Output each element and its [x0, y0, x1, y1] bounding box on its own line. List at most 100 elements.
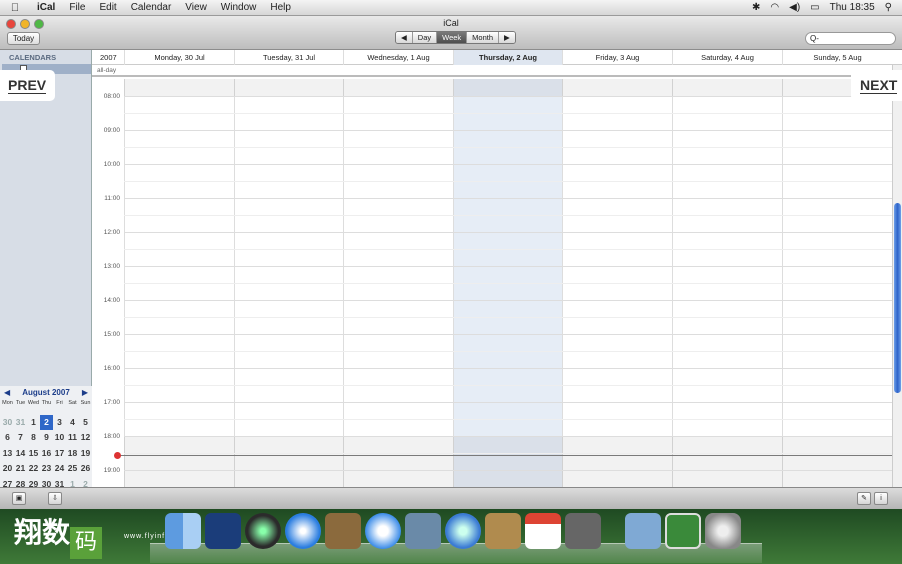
next-button[interactable]: NEXT — [851, 70, 902, 101]
day-header-4[interactable]: Friday, 3 Aug — [562, 50, 672, 65]
downloads-folder-icon[interactable] — [625, 513, 661, 549]
menu-view[interactable]: View — [178, 0, 214, 16]
apple-menu-icon[interactable]:  — [0, 2, 30, 14]
mini-calendar-day[interactable]: 5 — [79, 415, 92, 431]
info-icon[interactable]: i — [874, 492, 888, 505]
weekday-label: Mon — [2, 400, 13, 406]
mini-calendar-day[interactable]: 10 — [53, 430, 66, 446]
bluetooth-icon[interactable]: ✱ — [752, 2, 760, 13]
mini-calendar-day[interactable]: 4 — [66, 415, 79, 431]
mini-calendar-day[interactable]: 7 — [14, 430, 27, 446]
day-header-5[interactable]: Saturday, 4 Aug — [672, 50, 782, 65]
menubar-clock[interactable]: Thu 18:35 — [830, 2, 875, 13]
vertical-scrollbar[interactable] — [892, 65, 902, 487]
show-calendars-icon[interactable]: ▣ — [12, 492, 26, 505]
week-view-button[interactable]: Week — [437, 32, 468, 43]
mini-calendar-day[interactable]: 19 — [79, 446, 92, 462]
hour-label: 17:00 — [103, 399, 120, 406]
menu-window[interactable]: Window — [214, 0, 264, 16]
menu-help[interactable]: Help — [263, 0, 298, 16]
finder-icon[interactable] — [165, 513, 201, 549]
mini-calendar-day[interactable]: 25 — [66, 461, 79, 477]
mini-calendar-day[interactable]: 14 — [14, 446, 27, 462]
menu-edit[interactable]: Edit — [92, 0, 123, 16]
month-view-button[interactable]: Month — [467, 32, 500, 43]
mini-calendar-day[interactable]: 11 — [66, 430, 79, 446]
display-icon[interactable]: ▭ — [810, 2, 819, 13]
notifications-icon[interactable]: ✎ — [857, 492, 871, 505]
off-hours-shade — [124, 79, 892, 96]
mini-calendar-day[interactable]: 24 — [53, 461, 66, 477]
mini-calendar-day[interactable]: 15 — [27, 446, 40, 462]
mini-calendar-day[interactable]: 6 — [1, 430, 14, 446]
all-day-row[interactable]: all-day — [92, 65, 892, 77]
system-preferences-icon[interactable] — [565, 513, 601, 549]
mini-calendar-day[interactable]: 23 — [40, 461, 53, 477]
iphoto-icon[interactable] — [405, 513, 441, 549]
mini-calendar: ◀ August 2007 ▶ Mon Tue Wed Thu Fri Sat Sun 30 3… — [0, 386, 92, 504]
publish-icon[interactable]: ⇩ — [48, 492, 62, 505]
mini-calendar-day[interactable]: 2 — [40, 414, 53, 430]
mini-calendar-day[interactable]: 22 — [27, 461, 40, 477]
hour-label: 11:00 — [104, 195, 120, 202]
weekday-label: Thu — [41, 400, 52, 406]
mini-calendar-header: ◀ August 2007 ▶ — [0, 386, 92, 399]
next-label: NEXT — [860, 77, 898, 94]
current-time-line — [116, 455, 892, 456]
weekday-label: Fri — [56, 400, 63, 406]
mini-calendar-day[interactable]: 21 — [14, 461, 27, 477]
day-header-2[interactable]: Wednesday, 1 Aug — [343, 50, 453, 65]
mail-icon[interactable] — [325, 513, 361, 549]
volume-icon[interactable]: ◀) — [789, 2, 800, 13]
menu-app[interactable]: iCal — [30, 0, 62, 16]
day-header-3[interactable]: Thursday, 2 Aug — [453, 50, 562, 65]
wifi-icon[interactable]: ◠ — [770, 2, 779, 13]
mini-calendar-day[interactable]: 13 — [1, 446, 14, 462]
hour-grid[interactable]: 08:00 09:00 10:00 11:00 12:00 13:00 14:00 15:00… — [92, 79, 893, 487]
mini-calendar-day[interactable]: 26 — [79, 461, 92, 477]
hour-label: 15:00 — [103, 331, 120, 338]
prev-period-button[interactable]: ◀ — [396, 32, 413, 43]
prev-button[interactable]: PREV — [0, 70, 55, 101]
day-header-6[interactable]: Sunday, 5 Aug — [782, 50, 892, 65]
day-view-button[interactable]: Day — [412, 32, 438, 43]
dashboard-icon[interactable] — [205, 513, 241, 549]
trash-icon[interactable] — [705, 513, 741, 549]
ical-dock-icon[interactable] — [525, 513, 561, 549]
itunes-icon[interactable] — [445, 513, 481, 549]
mini-calendar-day[interactable]: 1 — [27, 415, 40, 431]
weekday-label: Sun — [80, 400, 91, 406]
today-button[interactable]: Today — [7, 32, 40, 45]
mini-calendar-day[interactable]: 9 — [40, 430, 53, 446]
mini-next-month-icon[interactable]: ▶ — [82, 388, 88, 397]
mini-calendar-day[interactable]: 17 — [53, 446, 66, 462]
year-label: 2007 — [100, 53, 117, 62]
mini-calendar-day[interactable]: 30 — [1, 415, 14, 431]
time-machine-icon[interactable] — [245, 513, 281, 549]
hour-line — [124, 198, 892, 199]
mini-calendar-day[interactable]: 20 — [1, 461, 14, 477]
day-header-0[interactable]: Monday, 30 Jul — [124, 50, 234, 65]
day-header-1[interactable]: Tuesday, 31 Jul — [234, 50, 343, 65]
desktop-preview-icon[interactable] — [665, 513, 701, 549]
menu-file[interactable]: File — [62, 0, 92, 16]
mini-calendar-day[interactable]: 16 — [40, 446, 53, 462]
mini-calendar-day[interactable]: 3 — [53, 415, 66, 431]
all-day-label: all-day — [97, 67, 117, 74]
mini-calendar-day[interactable]: 31 — [14, 415, 27, 431]
hour-label: 18:00 — [103, 433, 120, 440]
scrollbar-thumb[interactable] — [894, 203, 901, 393]
mini-calendar-day[interactable]: 12 — [79, 430, 92, 446]
menu-calendar[interactable]: Calendar — [124, 0, 179, 16]
calendars-header: CALENDARS — [9, 53, 57, 62]
mini-calendar-day[interactable]: 8 — [27, 430, 40, 446]
mini-prev-month-icon[interactable]: ◀ — [4, 388, 10, 397]
safari-icon[interactable] — [285, 513, 321, 549]
address-book-icon[interactable] — [485, 513, 521, 549]
spotlight-icon[interactable]: ⚲ — [885, 2, 892, 13]
search-input[interactable]: Q- — [805, 32, 896, 45]
hour-line — [124, 96, 892, 97]
next-period-button[interactable]: ▶ — [499, 32, 515, 43]
ichat-icon[interactable] — [365, 513, 401, 549]
mini-calendar-day[interactable]: 18 — [66, 446, 79, 462]
